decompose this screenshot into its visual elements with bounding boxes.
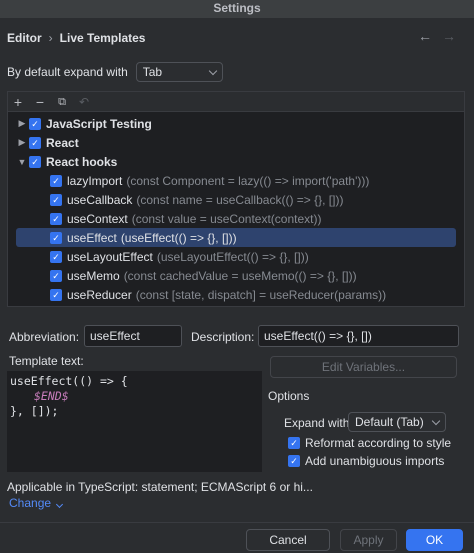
reformat-label: Reformat according to style — [305, 436, 452, 450]
template-line-1: useEffect(() => { — [10, 374, 128, 388]
template-abbr: lazyImport — [67, 173, 123, 188]
default-expand-value: Tab — [142, 65, 163, 79]
chevron-down-icon — [56, 500, 64, 509]
default-expand-combo[interactable]: Tab — [135, 62, 223, 82]
window-title: Settings — [0, 0, 474, 18]
chevron-right-icon[interactable]: ▶ — [15, 118, 29, 129]
tree-group-label: JavaScript Testing — [46, 116, 152, 131]
template-text-editor[interactable]: useEffect(() => {$END$}, []); — [7, 371, 262, 472]
template-desc: (const value = useContext(context)) — [131, 211, 322, 226]
checkbox-icon[interactable]: ✓ — [50, 250, 62, 263]
expand-with-label: Expand with — [284, 416, 350, 430]
abbreviation-input[interactable]: useEffect — [84, 325, 182, 347]
change-link-label: Change — [9, 496, 52, 510]
template-abbr: useContext — [67, 211, 128, 226]
add-icon[interactable]: + — [12, 95, 24, 109]
template-desc: (const Component = lazy(() => import('pa… — [126, 173, 370, 188]
applicable-contexts: Applicable in TypeScript: statement; ECM… — [7, 480, 313, 494]
change-link[interactable]: Change — [9, 496, 64, 510]
breadcrumb-live-templates: Live Templates — [59, 31, 146, 45]
chevron-right-icon[interactable]: ▶ — [15, 137, 29, 148]
breadcrumb: Editor › Live Templates — [7, 31, 145, 45]
default-expand-row: By default expand with Tab — [7, 62, 223, 82]
options-title: Options — [268, 389, 310, 403]
template-desc: (const [state, dispatch] = useReducer(pa… — [135, 287, 387, 302]
breadcrumb-separator: › — [48, 31, 53, 45]
checkbox-icon[interactable]: ✓ — [288, 437, 300, 449]
forward-arrow-icon[interactable]: → — [442, 28, 456, 44]
template-item-usememo[interactable]: ✓ useMemo (const cachedValue = useMemo((… — [8, 266, 464, 285]
checkbox-icon[interactable]: ✓ — [50, 231, 62, 244]
template-desc: (useLayoutEffect(() => {}, [])) — [156, 249, 309, 264]
apply-button[interactable]: Apply — [340, 529, 397, 551]
template-end-variable: $END$ — [34, 389, 69, 403]
chevron-down-icon — [208, 66, 217, 75]
expand-with-value: Default (Tab) — [355, 415, 424, 429]
checkbox-icon[interactable]: ✓ — [29, 136, 41, 149]
tree-group-javascript-testing[interactable]: ▶ ✓ JavaScript Testing — [8, 114, 464, 133]
templates-toolbar: + − ⧉ ↶ — [8, 92, 464, 112]
remove-icon[interactable]: − — [34, 95, 46, 109]
template-item-lazyimport[interactable]: ✓ lazyImport (const Component = lazy(() … — [8, 171, 464, 190]
checkbox-icon[interactable]: ✓ — [29, 117, 41, 130]
template-abbr: useLayoutEffect — [67, 249, 153, 264]
checkbox-icon[interactable]: ✓ — [50, 174, 62, 187]
restore-icon[interactable]: ↶ — [78, 96, 90, 108]
checkbox-icon[interactable]: ✓ — [50, 212, 62, 225]
cancel-button[interactable]: Cancel — [246, 529, 330, 551]
back-arrow-icon[interactable]: ← — [418, 28, 432, 44]
template-item-usecontext[interactable]: ✓ useContext (const value = useContext(c… — [8, 209, 464, 228]
template-abbr: useMemo — [67, 268, 120, 283]
checkbox-icon[interactable]: ✓ — [50, 288, 62, 301]
template-abbr: useEffect — [67, 230, 117, 245]
imports-label: Add unambiguous imports — [305, 454, 445, 468]
reformat-checkbox[interactable]: ✓ Reformat according to style — [288, 436, 451, 450]
chevron-down-icon[interactable]: ▼ — [15, 157, 29, 167]
copy-icon[interactable]: ⧉ — [56, 96, 68, 108]
edit-variables-button[interactable]: Edit Variables... — [270, 356, 457, 378]
imports-checkbox[interactable]: ✓ Add unambiguous imports — [288, 454, 444, 468]
templates-panel: + − ⧉ ↶ ▶ ✓ JavaScript Testing ▶ ✓ React… — [7, 91, 465, 307]
template-item-usecallback[interactable]: ✓ useCallback (const name = useCallback(… — [8, 190, 464, 209]
description-label: Description: — [191, 330, 255, 344]
ok-button[interactable]: OK — [406, 529, 463, 551]
checkbox-icon[interactable]: ✓ — [288, 455, 300, 467]
checkbox-icon[interactable]: ✓ — [50, 193, 62, 206]
expand-with-combo[interactable]: Default (Tab) — [348, 412, 446, 432]
tree-group-react[interactable]: ▶ ✓ React — [8, 133, 464, 152]
checkbox-icon[interactable]: ✓ — [50, 269, 62, 282]
nav-arrows: ← → — [408, 28, 456, 44]
template-desc: (const cachedValue = useMemo(() => {}, [… — [123, 268, 357, 283]
template-abbr: useCallback — [67, 192, 133, 207]
template-line-3: }, []); — [10, 404, 59, 418]
description-input[interactable]: useEffect(() => {}, []) — [258, 325, 459, 347]
default-expand-label: By default expand with — [7, 65, 128, 79]
chevron-down-icon — [431, 416, 441, 425]
checkbox-icon[interactable]: ✓ — [29, 155, 41, 168]
tree-group-label: React hooks — [46, 154, 118, 169]
breadcrumb-editor[interactable]: Editor — [7, 31, 42, 45]
template-text-label: Template text: — [9, 354, 84, 368]
template-desc: (useEffect(() => {}, [])) — [120, 230, 237, 245]
template-item-uselayouteffect[interactable]: ✓ useLayoutEffect (useLayoutEffect(() =>… — [8, 247, 464, 266]
dialog-footer — [0, 522, 474, 553]
template-item-useeffect[interactable]: ✓ useEffect (useEffect(() => {}, [])) — [16, 228, 456, 247]
template-abbr: useReducer — [67, 287, 132, 302]
template-desc: (const name = useCallback(() => {}, [])) — [136, 192, 344, 207]
tree-group-react-hooks[interactable]: ▼ ✓ React hooks — [8, 152, 464, 171]
template-item-usereducer[interactable]: ✓ useReducer (const [state, dispatch] = … — [8, 285, 464, 304]
abbreviation-label: Abbreviation: — [9, 330, 80, 344]
tree-group-label: React — [46, 135, 79, 150]
